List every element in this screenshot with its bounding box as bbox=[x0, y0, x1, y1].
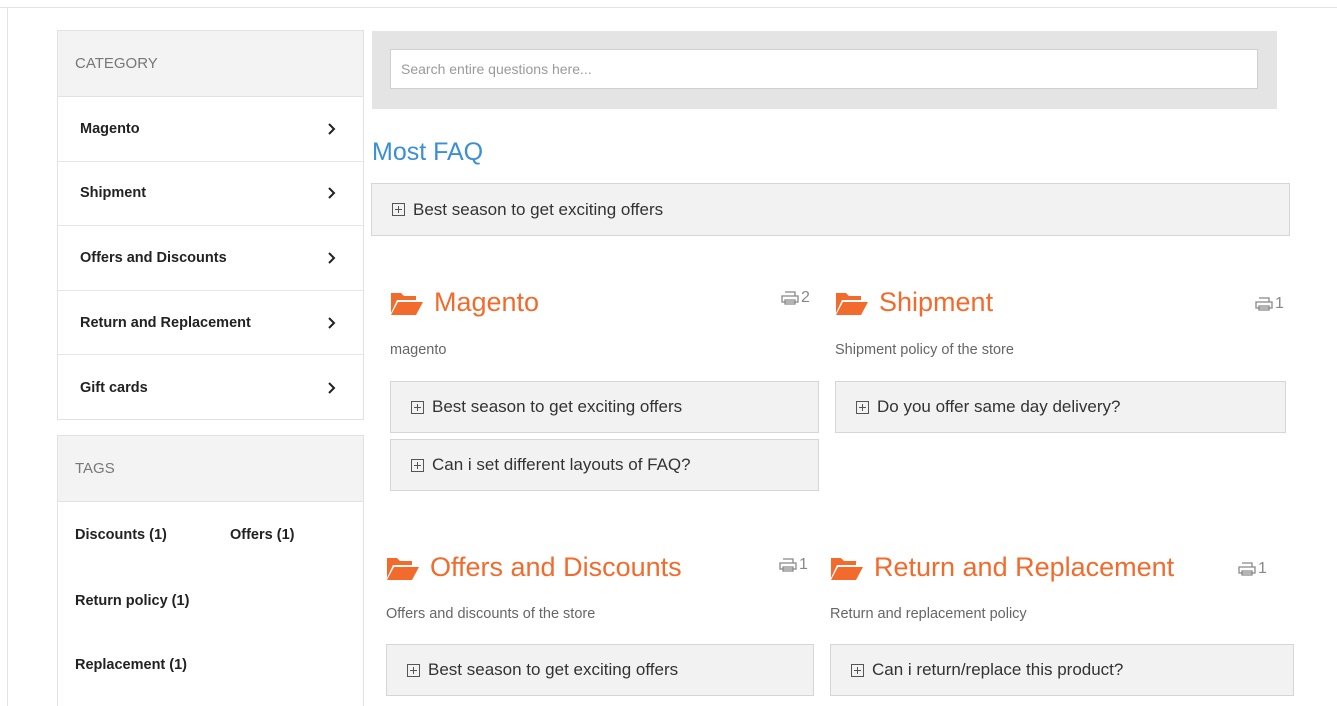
sidebar-item-return-and-replacement[interactable]: Return and Replacement bbox=[58, 291, 363, 356]
question-count-value: 2 bbox=[801, 289, 810, 306]
category-description: magento bbox=[390, 342, 447, 358]
folder-open-icon bbox=[391, 292, 423, 315]
plus-square-icon bbox=[407, 663, 420, 677]
question-text: Best season to get exciting offers bbox=[413, 199, 664, 219]
question-item[interactable]: Best season to get exciting offers bbox=[390, 381, 819, 433]
sidebar-item-label: Gift cards bbox=[80, 379, 148, 396]
sidebar-item-label: Return and Replacement bbox=[80, 314, 251, 331]
tags-heading: TAGS bbox=[58, 436, 363, 502]
plus-square-icon bbox=[856, 400, 869, 414]
chevron-right-icon bbox=[328, 316, 336, 329]
category-title-text: Shipment bbox=[879, 287, 994, 317]
question-item[interactable]: Can i return/replace this product? bbox=[830, 644, 1294, 696]
folder-open-icon bbox=[836, 292, 868, 315]
tag-replacement[interactable]: Replacement (1) bbox=[75, 657, 187, 673]
sidebar-item-offers-and-discounts[interactable]: Offers and Discounts bbox=[58, 226, 363, 291]
question-count: 1 bbox=[779, 556, 808, 574]
category-title-text: Offers and Discounts bbox=[430, 552, 682, 582]
sidebar-item-label: Magento bbox=[80, 120, 140, 137]
most-faq-question[interactable]: Best season to get exciting offers bbox=[371, 183, 1290, 236]
chevron-right-icon bbox=[328, 123, 336, 135]
tags-panel: TAGS Discounts (1) Offers (1) Return pol… bbox=[57, 435, 364, 706]
category-title-text: Magento bbox=[434, 287, 540, 317]
folder-open-icon bbox=[831, 557, 863, 580]
chevron-right-icon bbox=[328, 187, 336, 200]
question-count-value: 1 bbox=[799, 556, 808, 573]
plus-square-icon bbox=[411, 458, 424, 472]
tag-discounts[interactable]: Discounts (1) bbox=[75, 527, 167, 543]
category-title-magento[interactable]: Magento bbox=[390, 287, 539, 318]
print-icon bbox=[1238, 562, 1256, 576]
tag-return-policy[interactable]: Return policy (1) bbox=[75, 593, 189, 609]
question-count: 1 bbox=[1238, 560, 1267, 578]
category-panel: CATEGORY Magento Shipment Offers and Dis… bbox=[57, 30, 364, 420]
most-faq-title: Most FAQ bbox=[372, 138, 484, 166]
category-title-return-and-replacement[interactable]: Return and Replacement bbox=[830, 552, 1174, 583]
question-text: Can i set different layouts of FAQ? bbox=[432, 455, 691, 474]
sidebar-item-label: Offers and Discounts bbox=[80, 249, 227, 266]
category-heading: CATEGORY bbox=[58, 31, 363, 97]
category-title-offers-and-discounts[interactable]: Offers and Discounts bbox=[386, 552, 682, 583]
question-text: Best season to get exciting offers bbox=[428, 660, 679, 679]
question-text: Can i return/replace this product? bbox=[872, 660, 1124, 679]
sidebar-item-gift-cards[interactable]: Gift cards bbox=[58, 355, 363, 420]
print-icon bbox=[1255, 297, 1273, 311]
tag-offers[interactable]: Offers (1) bbox=[230, 527, 294, 543]
chevron-right-icon bbox=[328, 252, 336, 264]
print-icon bbox=[781, 291, 799, 305]
chevron-right-icon bbox=[328, 381, 336, 394]
question-item[interactable]: Best season to get exciting offers bbox=[386, 644, 814, 696]
page-left-border bbox=[7, 7, 8, 706]
question-item[interactable]: Do you offer same day delivery? bbox=[835, 381, 1286, 433]
folder-open-icon bbox=[387, 557, 419, 580]
plus-square-icon bbox=[851, 663, 864, 677]
print-icon bbox=[779, 558, 797, 572]
plus-square-icon bbox=[392, 203, 405, 216]
category-title-shipment[interactable]: Shipment bbox=[835, 287, 993, 318]
search-input[interactable] bbox=[390, 49, 1258, 89]
question-count: 2 bbox=[781, 289, 810, 307]
search-bar bbox=[372, 31, 1277, 109]
category-description: Offers and discounts of the store bbox=[386, 606, 596, 622]
question-count-value: 1 bbox=[1258, 560, 1267, 577]
sidebar-item-label: Shipment bbox=[80, 185, 147, 202]
question-count: 1 bbox=[1255, 295, 1284, 313]
question-text: Best season to get exciting offers bbox=[432, 397, 683, 416]
sidebar-item-shipment[interactable]: Shipment bbox=[58, 162, 363, 227]
plus-square-icon bbox=[411, 400, 424, 414]
sidebar-item-magento[interactable]: Magento bbox=[58, 97, 363, 162]
question-item[interactable]: Can i set different layouts of FAQ? bbox=[390, 439, 819, 491]
category-description: Shipment policy of the store bbox=[835, 342, 1014, 358]
question-text: Do you offer same day delivery? bbox=[877, 397, 1121, 416]
category-description: Return and replacement policy bbox=[830, 606, 1027, 622]
category-title-text: Return and Replacement bbox=[874, 552, 1175, 582]
page-top-border bbox=[0, 7, 1337, 8]
question-count-value: 1 bbox=[1275, 295, 1284, 312]
